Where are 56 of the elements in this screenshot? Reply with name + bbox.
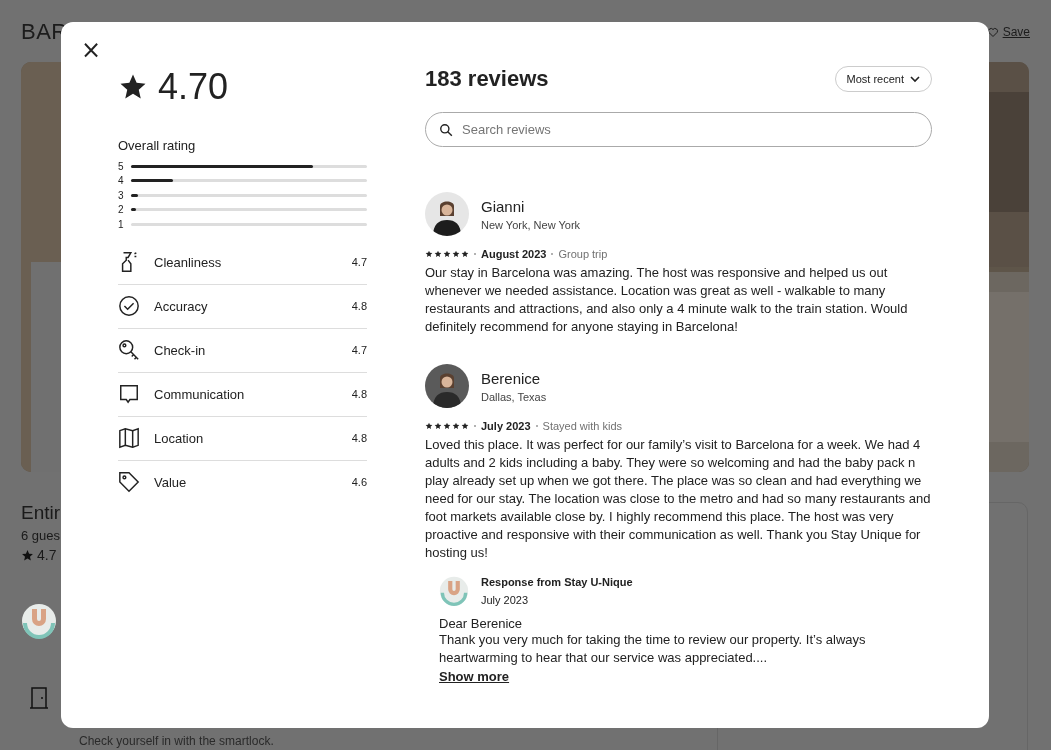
host-logo-icon (21, 603, 57, 639)
category-label: Cleanliness (154, 254, 223, 270)
search-field[interactable]: Search reviews (425, 112, 932, 147)
trip-type: Group trip (558, 248, 608, 260)
heart-icon (986, 26, 999, 38)
key-icon (118, 339, 140, 361)
chevron-down-icon (910, 74, 920, 84)
listing-rating: 4.7 (21, 547, 61, 563)
review-count: 183 reviews (425, 66, 549, 92)
overall-rating-label: Overall rating (118, 138, 197, 153)
guest-summary: 6 gues (21, 528, 61, 543)
reviewer-name: Berenice (481, 369, 542, 387)
overall-score: 4.70 (158, 66, 229, 108)
category-score: 4.7 (351, 256, 367, 268)
review-date: August 2023 (481, 248, 547, 260)
reviewer-location: New York, New York (481, 218, 581, 231)
category-label: Location (154, 430, 205, 446)
price-tag-icon (118, 471, 140, 493)
star-level-label: 2 (118, 204, 124, 216)
star-level-label: 3 (118, 189, 124, 201)
avatar (425, 192, 469, 236)
review-text: Our stay in Barcelona was amazing. The host was responsive and helped us out whenever we needed assistance. Location was great as well - walkable to many restaurants and attractions, and also only a 4 minute walk to the train station. Would definitely recommend for anyone staying in Barcelona! (425, 264, 909, 336)
response-author: Response from Stay U-Nique (481, 576, 633, 588)
host-logo-icon (439, 576, 469, 606)
category-score: 4.8 (351, 432, 367, 444)
avatar (425, 364, 469, 408)
close-button[interactable]: × (81, 38, 97, 60)
category-score: 4.8 (351, 388, 367, 400)
category-score: 4.7 (351, 344, 367, 356)
speech-bubble-icon (118, 383, 140, 405)
star-level-label: 1 (118, 218, 124, 230)
category-label: Accuracy (154, 298, 209, 314)
star-level-label: 5 (118, 160, 124, 172)
response-greeting: Dear Berenice (439, 616, 524, 631)
reviewer-name: Gianni (481, 197, 526, 215)
category-score: 4.6 (351, 476, 367, 488)
response-text: Thank you very much for taking the time to review our property. It’s always heartwarming to hear that our service was appreciated.... (439, 631, 867, 667)
checkin-note: Check yourself in with the smartlock. (79, 734, 274, 748)
trip-type: Stayed with kids (542, 420, 623, 432)
review-date: July 2023 (481, 420, 531, 432)
check-circle-icon (118, 295, 140, 317)
sort-dropdown[interactable]: Most recent (834, 66, 932, 92)
category-score: 4.8 (351, 300, 367, 312)
star-level-label: 4 (118, 175, 124, 187)
map-icon (118, 427, 140, 449)
category-label: Communication (154, 386, 246, 402)
category-label: Value (154, 474, 188, 490)
reviewer-location: Dallas, Texas (481, 390, 547, 403)
response-date: July 2023 (481, 594, 530, 606)
door-icon (29, 687, 49, 709)
review-text: Loved this place. It was perfect for our family’s visit to Barcelona for a week. We had 4 adults and 2 kids including a baby. They were so welcoming and had the baby pack n play already set up when we got there. The place was so clean and had everything we need for our stay. The location was close to the metro and had so many restaurants and foot markets available close by. I highly recommend this place. The host was very proactive and responsive with their communication as well. Thank you Stay Unique for hosting us! (425, 436, 932, 562)
category-label: Check-in (154, 342, 207, 358)
show-more-link[interactable]: Show more (439, 669, 510, 684)
search-icon (439, 123, 453, 137)
listing-heading: Entir (21, 502, 61, 524)
save-link[interactable]: Save (986, 25, 1030, 39)
